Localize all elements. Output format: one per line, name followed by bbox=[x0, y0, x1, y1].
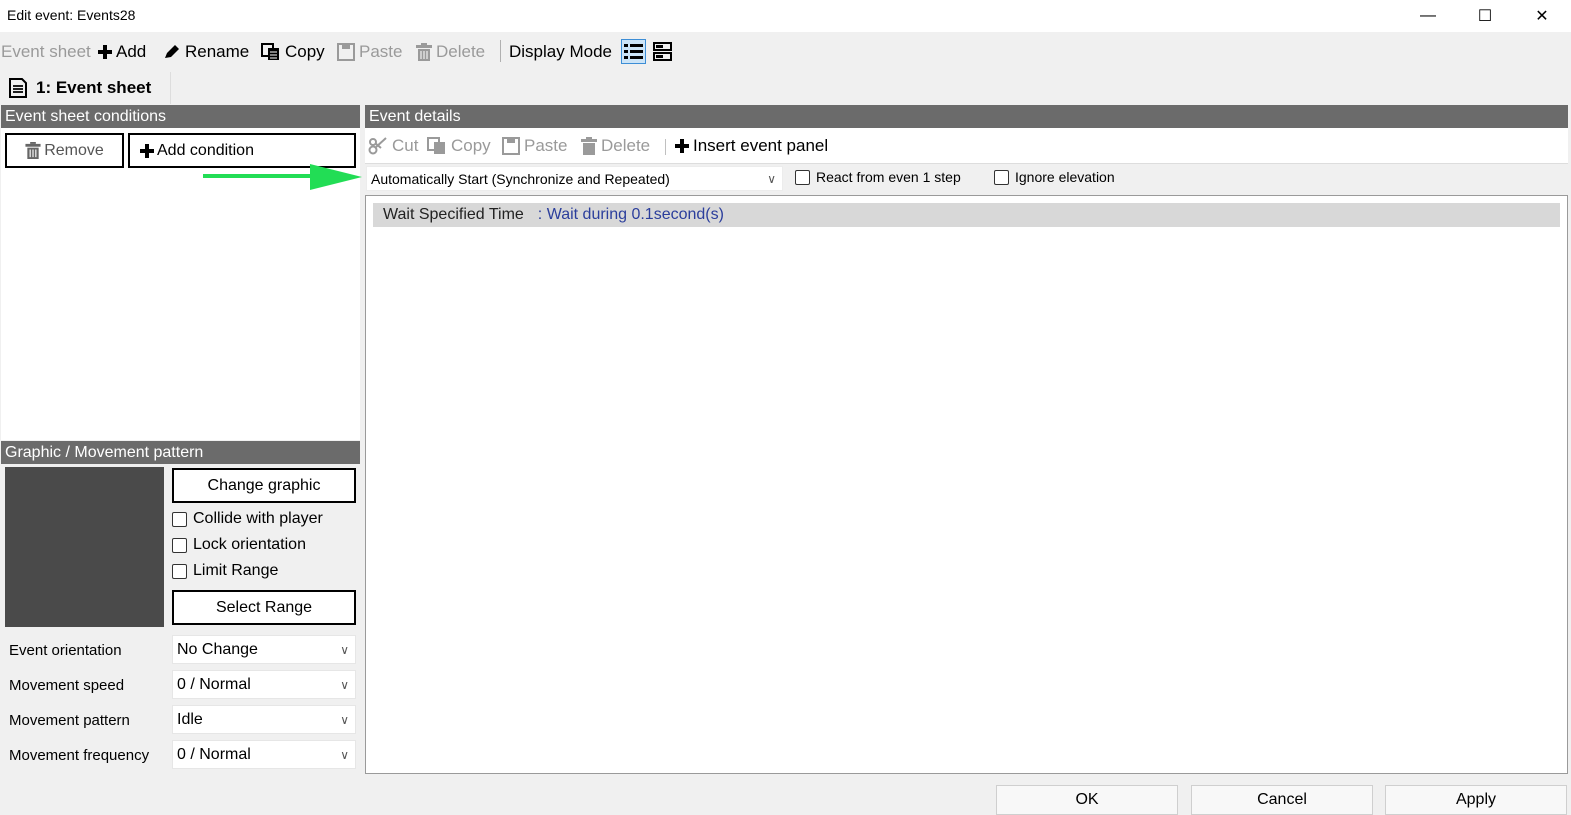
pencil-icon bbox=[163, 44, 181, 60]
lock-orientation-checkbox[interactable]: Lock orientation bbox=[172, 536, 306, 554]
event-orientation-select[interactable]: No Change ∨ bbox=[172, 635, 356, 664]
movement-pattern-label: Movement pattern bbox=[9, 712, 130, 729]
checkbox-box[interactable] bbox=[994, 169, 1009, 185]
lock-orientation-label: Lock orientation bbox=[193, 536, 306, 553]
chevron-down-icon: ∨ bbox=[767, 171, 776, 186]
tab-label: 1: Event sheet bbox=[36, 78, 152, 97]
paste-icon bbox=[337, 43, 355, 61]
minimize-button[interactable]: — bbox=[1399, 0, 1457, 32]
collide-label: Collide with player bbox=[193, 510, 323, 527]
movement-speed-select[interactable]: 0 / Normal ∨ bbox=[172, 670, 356, 699]
copy-label: Copy bbox=[285, 42, 325, 61]
select-range-button[interactable]: Select Range bbox=[172, 590, 356, 625]
plus-icon bbox=[98, 45, 112, 59]
plus-icon bbox=[140, 143, 154, 158]
checkbox-box[interactable] bbox=[172, 563, 187, 579]
chevron-down-icon: ∨ bbox=[340, 712, 349, 727]
list-view-button[interactable] bbox=[621, 39, 646, 64]
details-delete-label: Delete bbox=[601, 136, 651, 155]
graphic-preview[interactable] bbox=[5, 467, 164, 627]
add-condition-label: Add condition bbox=[157, 141, 254, 159]
event-command-list[interactable] bbox=[365, 195, 1568, 774]
panel-view-button[interactable] bbox=[651, 40, 674, 63]
paste-label: Paste bbox=[359, 42, 403, 61]
trash-icon bbox=[416, 43, 432, 61]
movement-frequency-select[interactable]: 0 / Normal ∨ bbox=[172, 740, 356, 769]
annotation-arrow-icon bbox=[200, 162, 365, 192]
display-mode-label: Display Mode bbox=[509, 42, 612, 61]
event-orientation-value: No Change bbox=[177, 640, 258, 658]
trash-icon bbox=[25, 142, 41, 159]
react-from-even-1-step-checkbox[interactable]: React from even 1 step bbox=[795, 169, 961, 185]
trigger-select[interactable]: Automatically Start (Synchronize and Rep… bbox=[366, 166, 783, 191]
close-button[interactable]: ✕ bbox=[1513, 0, 1571, 32]
rename-button[interactable]: Rename bbox=[163, 42, 249, 62]
plus-icon bbox=[675, 139, 689, 153]
change-graphic-button[interactable]: Change graphic bbox=[172, 468, 356, 503]
command-name: Wait Specified Time bbox=[383, 206, 524, 223]
toolbar-divider bbox=[500, 40, 501, 62]
details-toolbar-divider bbox=[665, 139, 666, 155]
chevron-down-icon: ∨ bbox=[340, 677, 349, 692]
event-orientation-label: Event orientation bbox=[9, 642, 122, 659]
window-title: Edit event: Events28 bbox=[7, 7, 136, 23]
chevron-down-icon: ∨ bbox=[340, 747, 349, 762]
chevron-down-icon: ∨ bbox=[340, 642, 349, 657]
paste-button[interactable]: Paste bbox=[337, 42, 402, 62]
movement-frequency-label: Movement frequency bbox=[9, 747, 150, 764]
movement-speed-value: 0 / Normal bbox=[177, 675, 251, 693]
apply-button[interactable]: Apply bbox=[1385, 785, 1567, 815]
ignore-elevation-checkbox[interactable]: Ignore elevation bbox=[994, 169, 1115, 185]
add-button[interactable]: Add bbox=[98, 42, 146, 62]
cut-label: Cut bbox=[392, 136, 419, 155]
remove-condition-button[interactable]: Remove bbox=[5, 133, 124, 168]
maximize-button[interactable]: ☐ bbox=[1456, 0, 1514, 32]
title-bar: Edit event: Events28 — ☐ ✕ bbox=[0, 0, 1571, 32]
document-icon bbox=[8, 78, 28, 98]
movement-pattern-select[interactable]: Idle ∨ bbox=[172, 705, 356, 734]
details-panel-header: Event details bbox=[365, 105, 1568, 128]
details-copy-label: Copy bbox=[451, 136, 491, 155]
scissors-icon bbox=[368, 137, 388, 155]
copy-icon bbox=[427, 137, 447, 155]
ok-button[interactable]: OK bbox=[996, 785, 1178, 815]
command-row[interactable]: Wait Specified Time : Wait during 0.1sec… bbox=[373, 203, 1560, 227]
tab-event-sheet-1[interactable]: 1: Event sheet bbox=[0, 72, 171, 104]
delete-label: Delete bbox=[436, 42, 486, 61]
event-sheet-label: Event sheet bbox=[1, 42, 91, 61]
paste-icon bbox=[502, 137, 520, 155]
rename-label: Rename bbox=[185, 42, 250, 61]
details-paste-label: Paste bbox=[524, 136, 568, 155]
copy-icon bbox=[261, 43, 281, 61]
limit-range-checkbox[interactable]: Limit Range bbox=[172, 562, 278, 580]
list-view-icon bbox=[624, 43, 643, 61]
checkbox-box[interactable] bbox=[172, 537, 187, 553]
cancel-button[interactable]: Cancel bbox=[1191, 785, 1373, 815]
movement-pattern-value: Idle bbox=[177, 710, 203, 728]
ignore-elevation-label: Ignore elevation bbox=[1015, 169, 1115, 185]
checkbox-box[interactable] bbox=[172, 511, 187, 527]
insert-label: Insert event panel bbox=[693, 136, 829, 155]
details-paste-button[interactable]: Paste bbox=[502, 136, 567, 156]
movement-frequency-value: 0 / Normal bbox=[177, 745, 251, 763]
conditions-panel-header: Event sheet conditions bbox=[1, 105, 360, 128]
panel-view-icon bbox=[653, 42, 672, 61]
movement-speed-label: Movement speed bbox=[9, 677, 125, 694]
cut-button[interactable]: Cut bbox=[368, 136, 418, 156]
limit-range-label: Limit Range bbox=[193, 562, 279, 579]
details-delete-button[interactable]: Delete bbox=[581, 136, 650, 156]
command-detail: : Wait during 0.1second(s) bbox=[537, 206, 724, 223]
remove-label: Remove bbox=[44, 141, 104, 159]
details-copy-button[interactable]: Copy bbox=[427, 136, 491, 156]
add-label: Add bbox=[116, 42, 147, 61]
insert-event-panel-button[interactable]: Insert event panel bbox=[675, 136, 828, 156]
collide-with-player-checkbox[interactable]: Collide with player bbox=[172, 510, 323, 528]
checkbox-box[interactable] bbox=[795, 169, 810, 185]
react-label: React from even 1 step bbox=[816, 169, 961, 185]
copy-button[interactable]: Copy bbox=[261, 42, 325, 62]
trash-icon bbox=[581, 137, 597, 155]
delete-button[interactable]: Delete bbox=[416, 42, 485, 62]
trigger-value: Automatically Start (Synchronize and Rep… bbox=[371, 170, 670, 187]
graphic-panel-header: Graphic / Movement pattern bbox=[1, 441, 360, 464]
